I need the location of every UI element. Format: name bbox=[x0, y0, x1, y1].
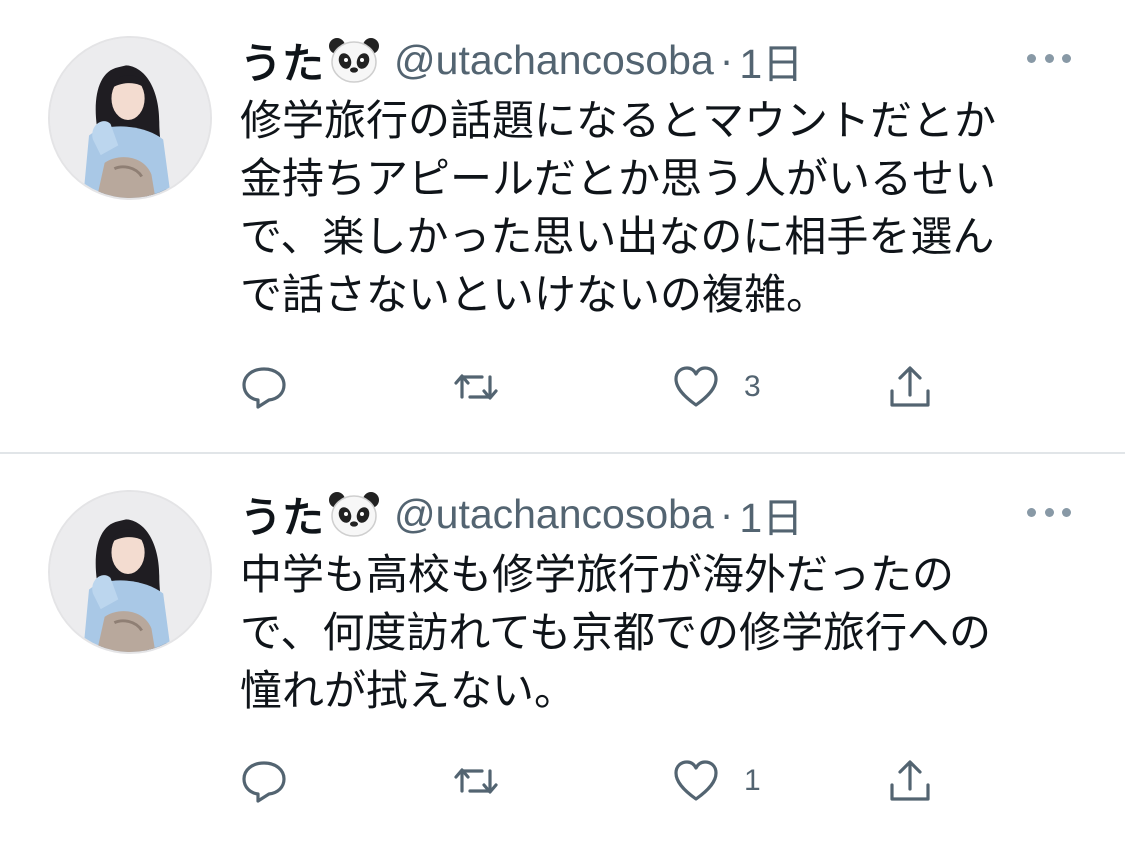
retweet-button[interactable] bbox=[452, 362, 500, 412]
tweet-text-line: 金持ちアピールだとか思う人がいるせい bbox=[240, 154, 997, 203]
timestamp[interactable]: 1日 bbox=[739, 484, 803, 544]
tweet-text-line: 修学旅行の話題になるとマウントだとか bbox=[240, 96, 997, 145]
panda-face-icon bbox=[328, 490, 380, 538]
share-icon bbox=[890, 366, 930, 407]
heart-icon bbox=[674, 366, 718, 407]
like-button[interactable]: 1 bbox=[672, 756, 761, 806]
more-options-icon[interactable] bbox=[1027, 48, 1071, 68]
tweet-text-line: で、楽しかった思い出なのに相手を選ん bbox=[240, 212, 995, 261]
retweet-icon bbox=[454, 768, 498, 794]
share-button[interactable] bbox=[886, 756, 934, 806]
reply-button[interactable] bbox=[240, 756, 288, 806]
share-icon bbox=[890, 760, 930, 801]
like-button[interactable]: 3 bbox=[672, 362, 761, 412]
share-button[interactable] bbox=[886, 362, 934, 412]
user-handle[interactable]: @utachancosoba bbox=[394, 37, 714, 84]
tweet-text-line: 中学も高校も修学旅行が海外だったの bbox=[240, 550, 955, 599]
tweet[interactable]: うた @utachancosoba · 1日 中学も高校も修学旅行が海外だったの… bbox=[0, 454, 1125, 852]
reply-icon bbox=[242, 367, 286, 409]
more-options-icon[interactable] bbox=[1027, 502, 1071, 522]
tweet-text-line: で、何度訪れても京都での修学旅行への bbox=[240, 608, 991, 657]
avatar-illustration bbox=[50, 38, 210, 198]
like-count: 1 bbox=[744, 764, 761, 797]
tweet[interactable]: うた @utachancosoba · 1日 修学旅行の話題になるとマウントだと… bbox=[0, 0, 1125, 452]
tweet-header: うた @utachancosoba · 1日 bbox=[240, 484, 803, 544]
panda-face-icon bbox=[328, 36, 380, 84]
heart-icon bbox=[674, 760, 718, 801]
reply-button[interactable] bbox=[240, 362, 288, 412]
reply-icon bbox=[242, 761, 286, 803]
tweet-header: うた @utachancosoba · 1日 bbox=[240, 30, 803, 90]
display-name[interactable]: うた bbox=[240, 30, 324, 91]
tweet-text-line: 憧れが拭えない。 bbox=[240, 666, 577, 715]
like-count: 3 bbox=[744, 370, 761, 403]
action-bar: 1 bbox=[240, 756, 960, 806]
timestamp[interactable]: 1日 bbox=[739, 30, 803, 90]
display-name[interactable]: うた bbox=[240, 484, 324, 545]
tweet-text: 修学旅行の話題になるとマウントだとか 金持ちアピールだとか思う人がいるせい で、… bbox=[240, 92, 1060, 324]
avatar[interactable] bbox=[48, 36, 212, 200]
retweet-icon bbox=[454, 374, 498, 400]
tweet-text-line: で話さないといけないの複雑。 bbox=[240, 270, 829, 319]
avatar[interactable] bbox=[48, 490, 212, 654]
user-handle[interactable]: @utachancosoba bbox=[394, 491, 714, 538]
separator-dot: · bbox=[719, 36, 734, 83]
tweet-text: 中学も高校も修学旅行が海外だったの で、何度訪れても京都での修学旅行への 憧れが… bbox=[240, 546, 1060, 720]
action-bar: 3 bbox=[240, 362, 960, 412]
separator-dot: · bbox=[719, 490, 734, 537]
retweet-button[interactable] bbox=[452, 756, 500, 806]
avatar-illustration bbox=[50, 492, 210, 652]
